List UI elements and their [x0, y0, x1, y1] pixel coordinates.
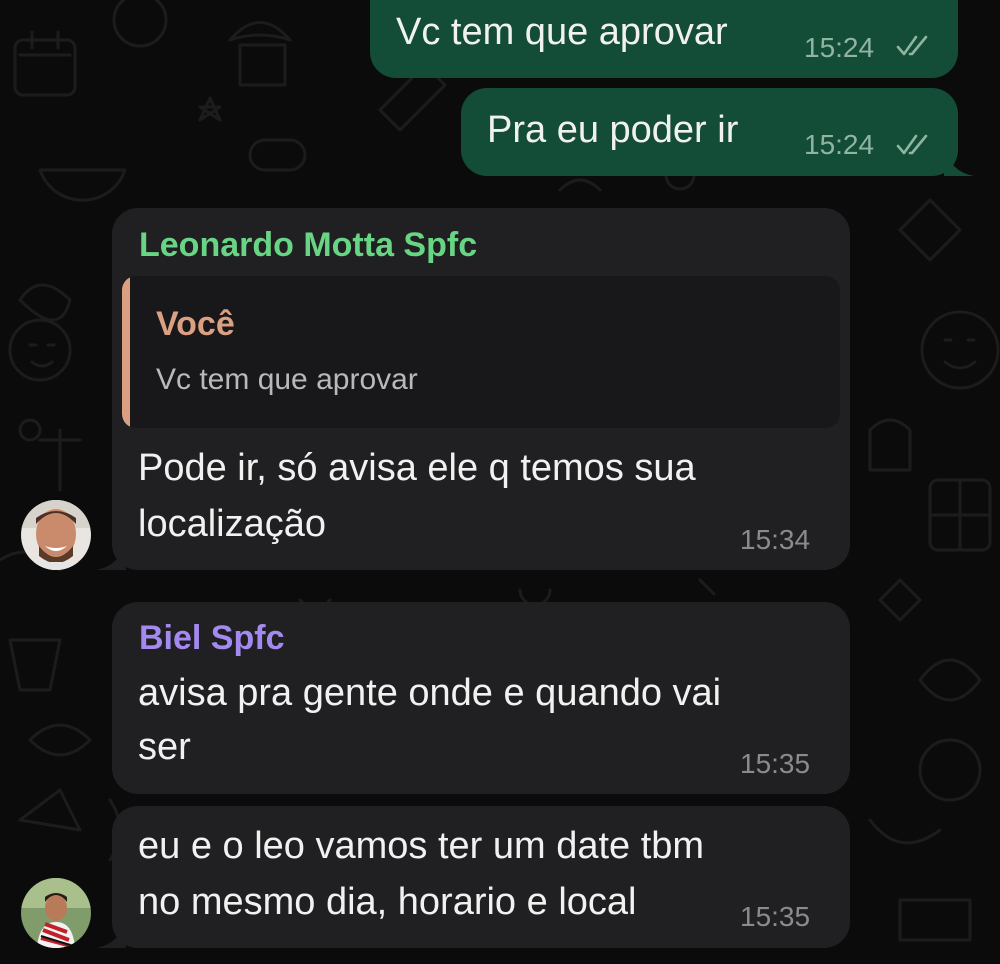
sender-name: Leonardo Motta Spfc — [139, 226, 478, 264]
message-text: Vc tem que aprovar — [396, 11, 728, 53]
incoming-message[interactable]: Leonardo Motta Spfc Você Vc tem que apro… — [112, 208, 850, 570]
incoming-message[interactable]: Biel Spfc avisa pra gente onde e quando … — [112, 602, 850, 794]
quoted-message[interactable]: Você Vc tem que aprovar — [122, 276, 840, 428]
bubble-tail — [96, 918, 126, 948]
message-time: 15:34 — [740, 524, 811, 555]
message-text-line: ser — [138, 726, 191, 768]
read-double-check-icon — [896, 35, 928, 56]
message-text-line: avisa pra gente onde e quando vai — [138, 672, 722, 714]
sender-name: Biel Spfc — [139, 619, 285, 657]
message-text: Pra eu poder ir — [487, 109, 739, 151]
message-time: 15:24 — [804, 32, 875, 63]
bubble-tail — [944, 146, 974, 176]
quote-author: Você — [156, 305, 235, 343]
outgoing-message[interactable]: Pra eu poder ir 15:24 — [461, 88, 958, 176]
message-text-line: eu e o leo vamos ter um date tbm — [138, 825, 705, 867]
read-double-check-icon — [896, 134, 928, 155]
quote-accent-bar — [122, 276, 130, 428]
message-time: 15:35 — [740, 901, 811, 932]
message-time: 15:24 — [804, 129, 875, 160]
message-text-line: Pode ir, só avisa ele q temos sua — [138, 447, 696, 489]
bubble-tail — [96, 540, 126, 570]
message-time: 15:35 — [740, 748, 811, 779]
avatar[interactable] — [21, 500, 91, 570]
contact-photo-icon — [21, 878, 91, 948]
incoming-message[interactable]: eu e o leo vamos ter um date tbm no mesm… — [112, 806, 850, 948]
outgoing-message[interactable]: Vc tem que aprovar 15:24 — [370, 0, 958, 78]
quote-text: Vc tem que aprovar — [156, 363, 418, 396]
message-text-line: no mesmo dia, horario e local — [138, 881, 637, 923]
avatar[interactable] — [21, 878, 91, 948]
message-text-line: localização — [138, 503, 326, 545]
contact-photo-icon — [21, 500, 91, 570]
